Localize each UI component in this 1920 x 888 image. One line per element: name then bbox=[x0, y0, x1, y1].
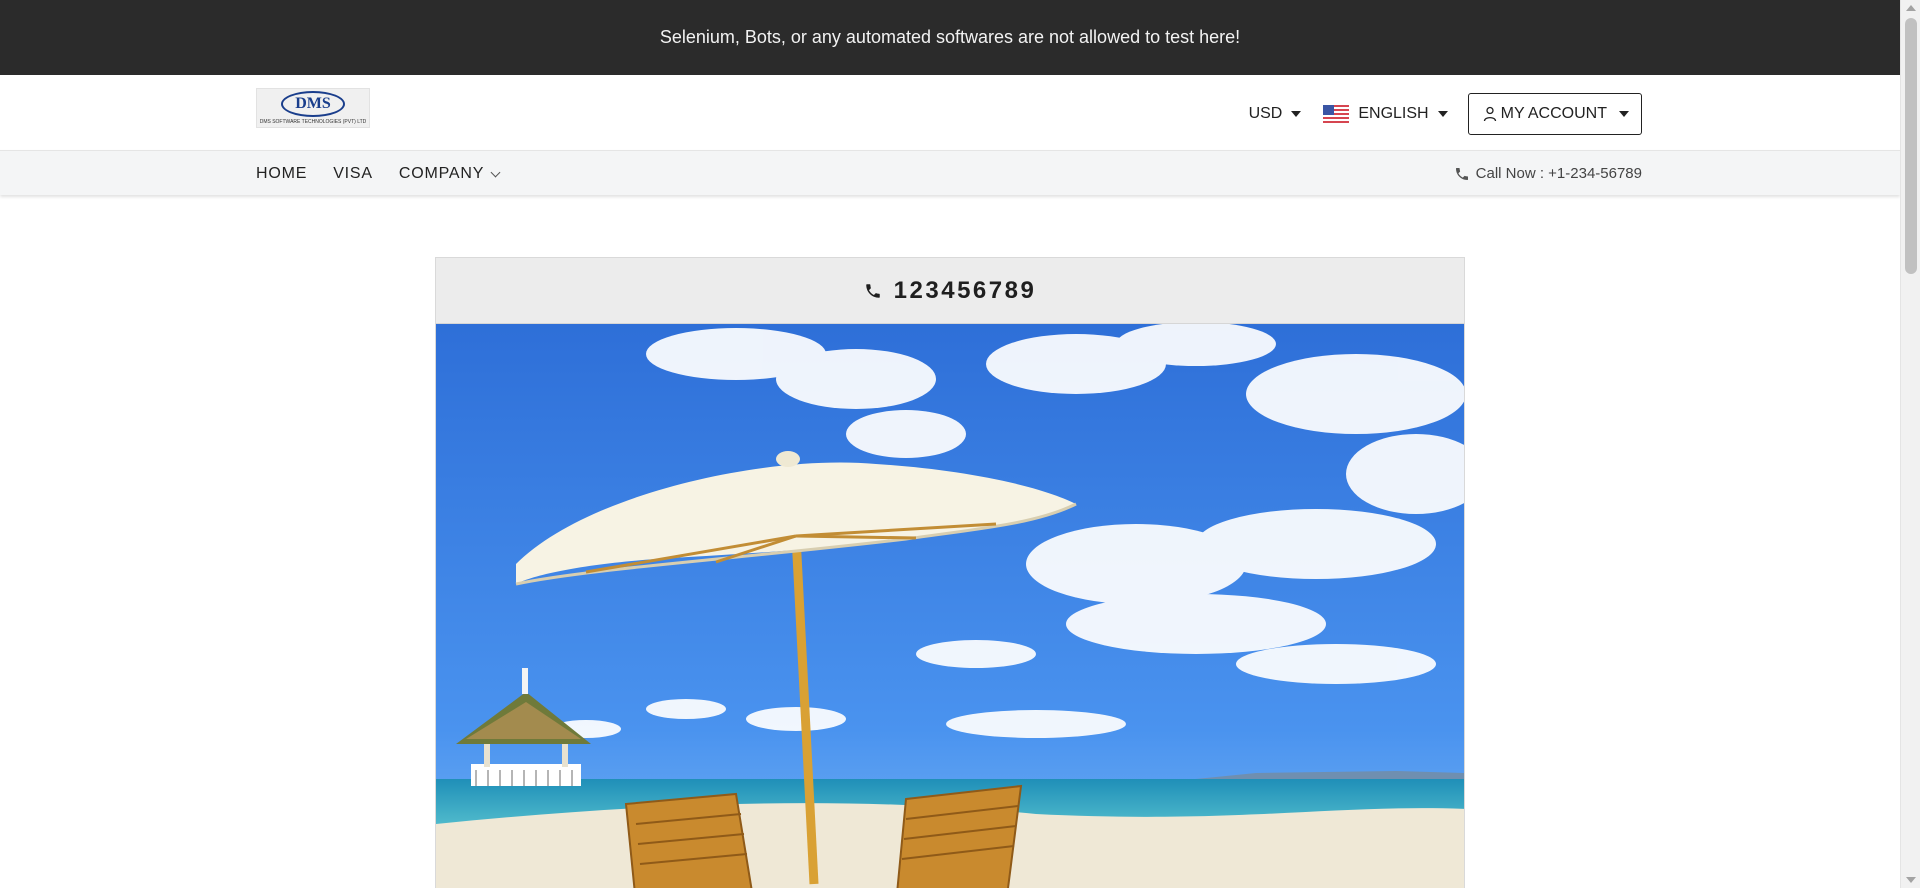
phone-icon bbox=[865, 283, 880, 298]
my-account-label: MY ACCOUNT bbox=[1500, 105, 1607, 122]
phone-icon bbox=[1455, 167, 1468, 180]
language-selector[interactable]: ENGLISH bbox=[1323, 105, 1448, 123]
chevron-down-icon bbox=[490, 167, 501, 178]
phone-number: 123456789 bbox=[893, 276, 1037, 304]
header-controls: USD ENGLISH MY ACCOUNT bbox=[1227, 93, 1642, 135]
nav-item-company[interactable]: COMPANY bbox=[398, 164, 501, 183]
main-nav: HOME VISA COMPANY Call Now : +1-234-5678… bbox=[0, 150, 1900, 195]
automation-warning-banner: Selenium, Bots, or any automated softwar… bbox=[0, 0, 1900, 75]
page-scrollbar[interactable] bbox=[1900, 0, 1920, 888]
scroll-up-arrow-icon[interactable] bbox=[1906, 5, 1916, 11]
banner-text: Selenium, Bots, or any automated softwar… bbox=[659, 27, 1241, 47]
page: Selenium, Bots, or any automated softwar… bbox=[0, 0, 1900, 888]
company-logo[interactable]: DMS DMS SOFTWARE TECHNOLOGIES (PVT) LTD bbox=[256, 88, 370, 128]
call-now-link[interactable]: Call Now : +1-234-56789 bbox=[1454, 151, 1642, 196]
scroll-down-arrow-icon[interactable] bbox=[1906, 877, 1916, 883]
user-icon bbox=[1483, 106, 1496, 122]
beach-hero-image bbox=[436, 324, 1464, 888]
my-account-button[interactable]: MY ACCOUNT bbox=[1467, 93, 1642, 135]
currency-selector[interactable]: USD bbox=[1249, 105, 1302, 123]
scrollbar-thumb[interactable] bbox=[1905, 18, 1917, 274]
logo-text: DMS bbox=[295, 95, 331, 112]
nav-links: HOME VISA COMPANY bbox=[256, 151, 525, 196]
caret-down-icon bbox=[1437, 111, 1448, 117]
contact-card: 123456789 bbox=[435, 257, 1465, 888]
logo-tagline: DMS SOFTWARE TECHNOLOGIES (PVT) LTD bbox=[259, 119, 367, 125]
phone-header: 123456789 bbox=[436, 258, 1464, 324]
caret-down-icon bbox=[1291, 111, 1302, 117]
nav-item-label: VISA bbox=[333, 164, 373, 182]
call-now-text: Call Now : +1-234-56789 bbox=[1475, 165, 1642, 182]
nav-item-label: COMPANY bbox=[398, 164, 485, 182]
site-header: DMS DMS SOFTWARE TECHNOLOGIES (PVT) LTD … bbox=[0, 75, 1900, 150]
nav-item-visa[interactable]: VISA bbox=[333, 165, 373, 183]
nav-item-label: HOME bbox=[256, 164, 308, 182]
nav-item-home[interactable]: HOME bbox=[256, 165, 307, 183]
us-flag-icon bbox=[1323, 105, 1350, 123]
caret-down-icon bbox=[1619, 111, 1629, 117]
logo-oval: DMS bbox=[281, 91, 345, 117]
language-label: ENGLISH bbox=[1358, 105, 1429, 122]
currency-label: USD bbox=[1248, 105, 1283, 122]
